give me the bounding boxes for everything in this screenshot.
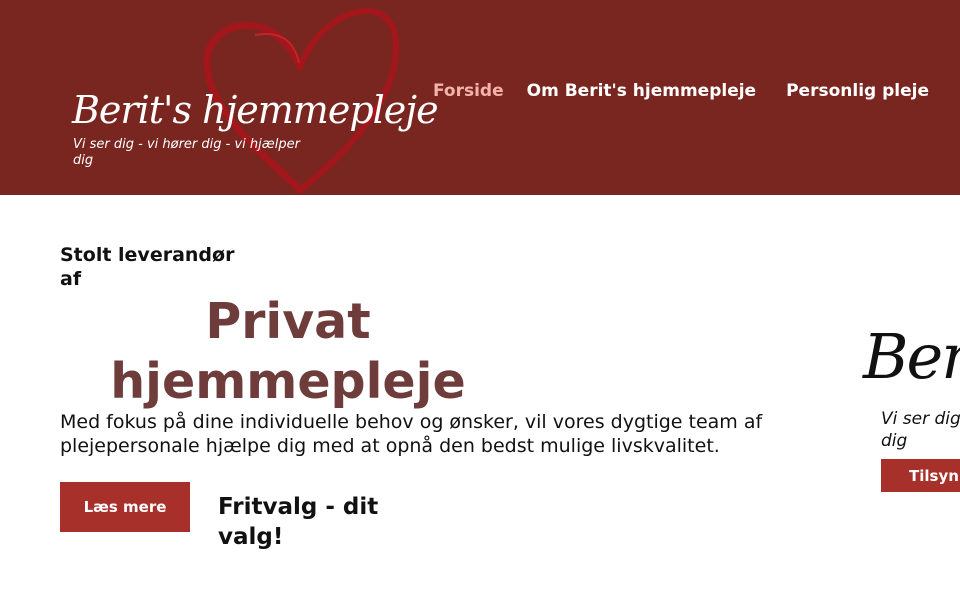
description-text: Med fokus på dine individuelle behov og … — [60, 411, 763, 457]
nav-item-om[interactable]: Om Berit's hjemmepleje — [527, 81, 756, 101]
site-header: Berit's hjemmepleje Vi ser dig - vi høre… — [0, 0, 960, 195]
logo-text[interactable]: Berit's hjemmepleje — [72, 88, 439, 132]
side-logo-text: Berit's — [863, 320, 960, 393]
page-title: Privat hjemmepleje — [110, 293, 466, 410]
intro-heading: Stolt leverandør af — [60, 244, 235, 290]
side-card: Berit's Vi ser dig - vi hjælper dig Tils… — [860, 320, 960, 500]
logo-tagline: Vi ser dig - vi hører dig - vi hjælper d… — [73, 137, 300, 168]
side-tagline: Vi ser dig - vi hjælper dig — [881, 409, 960, 451]
read-more-button[interactable]: Læs mere — [60, 482, 190, 532]
nav-item-forside[interactable]: Forside — [433, 81, 504, 101]
tilsyn-button[interactable]: Tilsyn — [881, 459, 960, 492]
nav-item-personlig-pleje[interactable]: Personlig pleje — [786, 81, 929, 101]
fritvalg-heading: Fritvalg - dit valg! — [218, 494, 379, 550]
main-nav: Forside Om Berit's hjemmepleje Personlig… — [433, 81, 952, 101]
